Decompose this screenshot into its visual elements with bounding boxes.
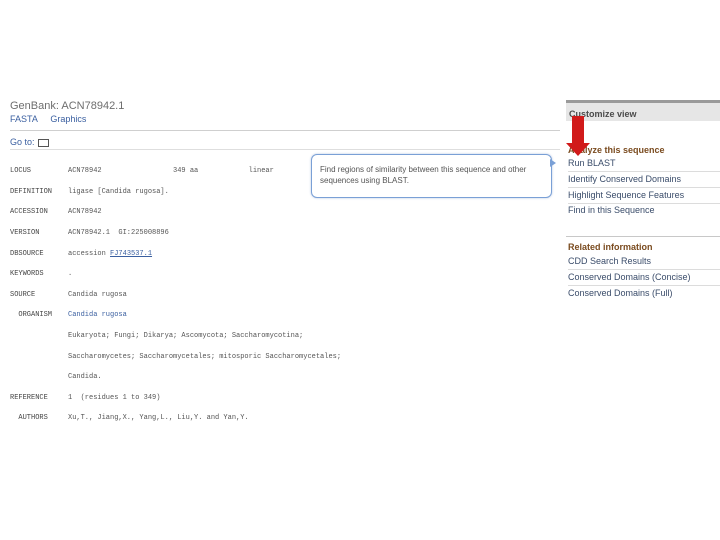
field-label: SOURCE [10,290,36,299]
identify-conserved-domains-link[interactable]: Identify Conserved Domains [568,174,681,184]
red-arrow-icon [572,116,584,144]
field-label: VERSION [10,229,40,238]
red-arrow-head-icon [566,143,590,156]
tooltip-text: Find regions of similarity between this … [320,165,527,185]
field-value: ligase [Candida rugosa]. [68,187,169,196]
divider [568,187,720,188]
customize-view-header[interactable]: Customize view [566,100,720,121]
field-value: Xu,T., Jiang,X., Yang,L., Liu,Y. and Yan… [68,414,249,423]
field-value: Saccharomycetes; Saccharomycetales; mito… [68,352,342,361]
nucleotide-accession-link[interactable]: FJ743537.1 [110,250,152,258]
record-line: Eukaryota; Fungi; Dikarya; Ascomycota; S… [10,331,341,341]
field-label: REFERENCE [10,393,48,402]
genbank-record: LOCUS ACN78942 349 aa linear DEFINITION li… [10,156,341,434]
field-label: AUTHORS [10,414,48,423]
field-value: Candida rugosa [68,290,127,299]
field-value: Candida. [68,373,102,382]
format-links: FASTA Graphics [10,114,96,124]
divider [568,171,720,172]
record-line: ACCESSION ACN78942 [10,207,341,217]
record-line: LOCUS ACN78942 349 aa linear [10,166,341,176]
tooltip-pointer-icon [550,159,556,167]
record-line: AUTHORS Xu,T., Jiang,X., Yang,L., Liu,Y. … [10,413,341,423]
field-value: . [68,270,73,279]
record-line: REFERENCE 1 (residues 1 to 349) [10,393,341,403]
record-line: Candida. [10,372,341,382]
divider [568,203,720,204]
divider [568,269,720,270]
fasta-link[interactable]: FASTA [10,114,38,124]
field-value: ACN78942 [68,208,102,217]
field-value: Eukaryota; Fungi; Dikarya; Ascomycota; S… [68,332,304,341]
field-label: ORGANISM [10,311,53,320]
conserved-domains-full-link[interactable]: Conserved Domains (Full) [568,288,673,298]
divider [568,285,720,286]
field-label: LOCUS [10,167,32,176]
record-line: Saccharomycetes; Saccharomycetales; mito… [10,352,341,362]
divider [566,236,720,237]
goto-link[interactable]: Go to: [10,137,49,147]
blast-tooltip: Find regions of similarity between this … [311,154,552,198]
graphics-link[interactable]: Graphics [50,114,86,124]
organism-link[interactable]: Candida rugosa [68,311,127,319]
field-value: accession [68,249,111,258]
field-label: DBSOURCE [10,249,44,258]
record-line: SOURCE Candida rugosa [10,290,341,300]
record-line: DBSOURCE accession FJ743537.1 [10,249,341,259]
field-label: ACCESSION [10,208,48,217]
page-title: GenBank: ACN78942.1 [10,100,125,112]
conserved-domains-concise-link[interactable]: Conserved Domains (Concise) [568,272,691,282]
divider [10,149,560,150]
field-label: DEFINITION [10,187,53,196]
record-line: KEYWORDS. [10,269,341,279]
goto-label: Go to: [10,137,35,147]
record-line: DEFINITION ligase [Candida rugosa]. [10,187,341,197]
record-line: ORGANISM Candida rugosa [10,310,341,320]
field-value: 1 (residues 1 to 349) [68,393,161,402]
sidebar: Customize view Analyze this sequence Run… [566,100,720,298]
field-value: ACN78942.1 GI:225008896 [68,229,169,238]
divider [10,130,560,131]
find-in-sequence-link[interactable]: Find in this Sequence [568,205,655,215]
run-blast-link[interactable]: Run BLAST [568,158,616,168]
record-line: VERSION ACN78942.1 GI:225008896 [10,228,341,238]
field-value: ACN78942 349 aa linear [68,167,274,176]
cdd-search-results-link[interactable]: CDD Search Results [568,256,651,266]
related-section-title: Related information [568,242,653,252]
envelope-icon [37,138,49,147]
field-label: KEYWORDS [10,270,44,279]
highlight-sequence-features-link[interactable]: Highlight Sequence Features [568,190,684,200]
